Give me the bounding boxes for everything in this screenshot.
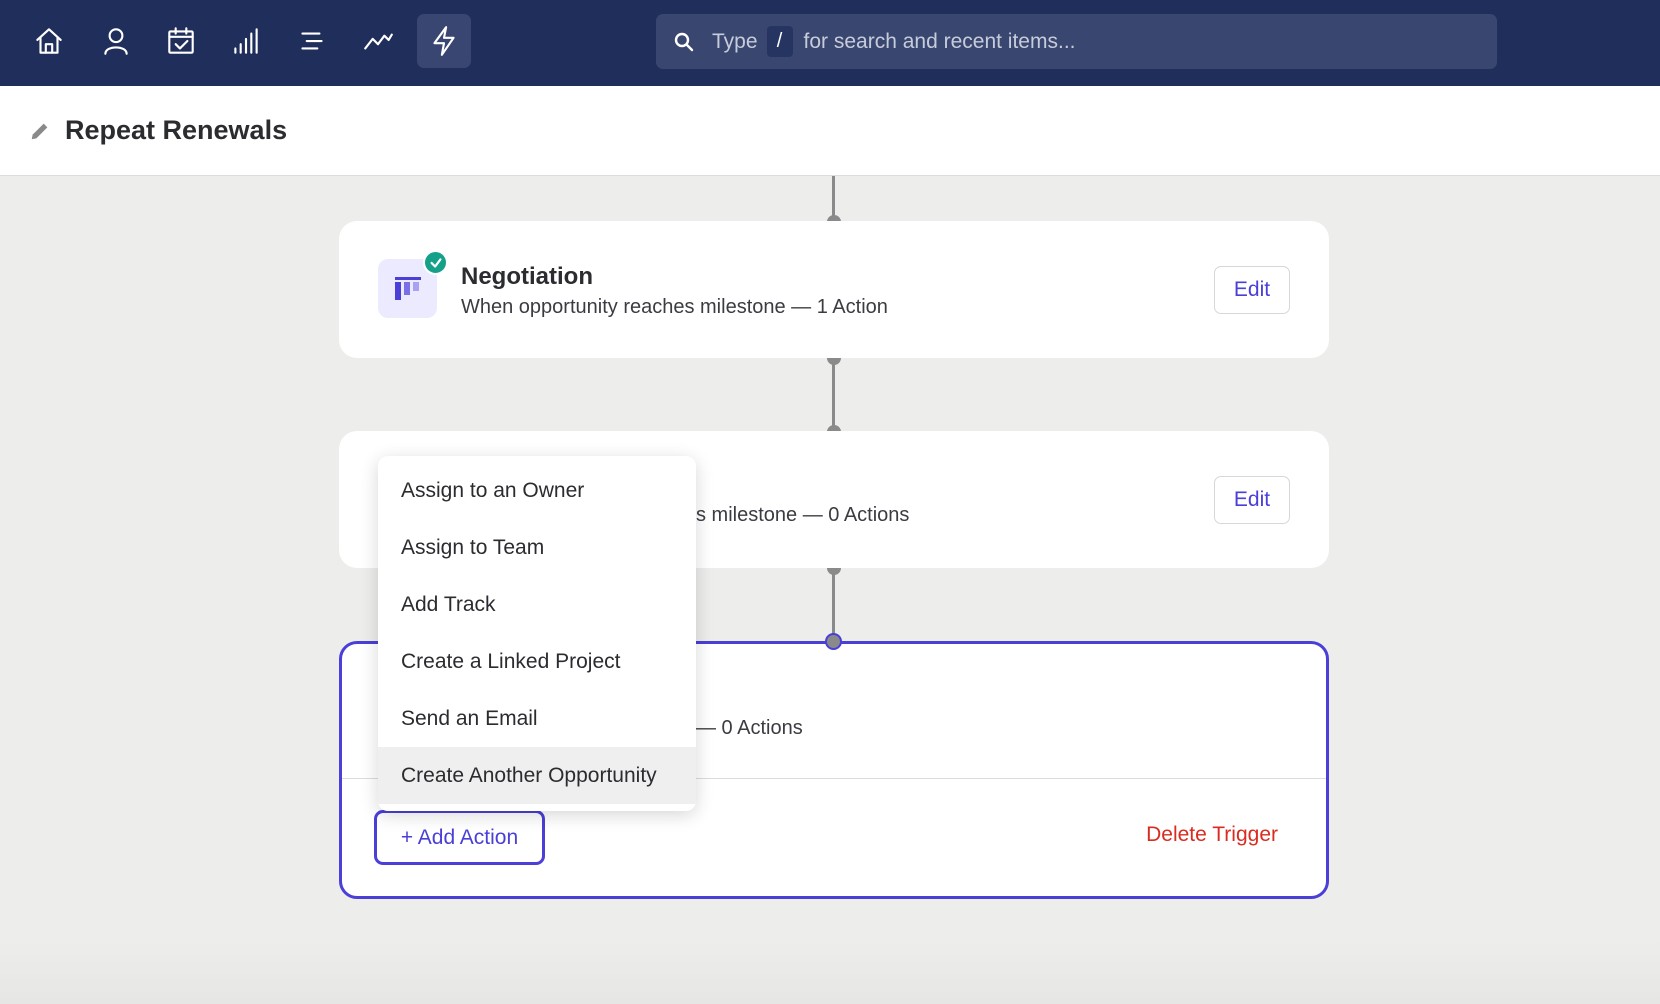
calendar-check-icon[interactable]: [154, 14, 208, 68]
home-icon[interactable]: [22, 14, 76, 68]
search-icon: [674, 32, 694, 51]
trigger-subtitle: When opportunity reaches milestone — 1 A…: [461, 296, 888, 318]
bar-chart-icon[interactable]: [219, 14, 273, 68]
connector-dot-active: [825, 633, 842, 650]
lightning-icon[interactable]: [417, 14, 471, 68]
menu-item-send-email[interactable]: Send an Email: [378, 690, 696, 747]
add-action-menu: Assign to an Owner Assign to Team Add Tr…: [378, 456, 696, 811]
menu-item-create-opportunity[interactable]: Create Another Opportunity: [378, 747, 696, 804]
search-placeholder: for search and recent items...: [803, 29, 1076, 53]
connector-line: [832, 358, 835, 432]
list-icon[interactable]: [285, 14, 339, 68]
menu-item-add-track[interactable]: Add Track: [378, 576, 696, 633]
pencil-icon[interactable]: [29, 120, 51, 142]
menu-item-create-linked-project[interactable]: Create a Linked Project: [378, 633, 696, 690]
connector-line: [832, 568, 835, 642]
trend-line-icon[interactable]: [351, 14, 405, 68]
page-header: Repeat Renewals: [0, 86, 1660, 176]
search-input[interactable]: Type / for search and recent items...: [656, 14, 1497, 69]
delete-trigger-button[interactable]: Delete Trigger: [1146, 823, 1278, 847]
trigger-subtitle: s milestone — 0 Actions: [696, 504, 910, 526]
edit-button[interactable]: Edit: [1214, 476, 1290, 524]
page-title[interactable]: Repeat Renewals: [65, 115, 287, 146]
trigger-title: Negotiation: [461, 263, 593, 290]
person-icon[interactable]: [89, 14, 143, 68]
edit-button[interactable]: Edit: [1214, 266, 1290, 314]
add-action-button[interactable]: + Add Action: [374, 810, 545, 865]
check-icon: [423, 250, 448, 275]
trigger-subtitle: — 0 Actions: [696, 717, 803, 739]
search-prefix: Type: [712, 29, 758, 53]
menu-item-assign-owner[interactable]: Assign to an Owner: [378, 462, 696, 519]
search-shortcut-key: /: [766, 26, 793, 57]
top-nav: Type / for search and recent items...: [0, 0, 1660, 86]
trigger-card-negotiation[interactable]: Negotiation When opportunity reaches mil…: [339, 221, 1329, 358]
menu-item-assign-team[interactable]: Assign to Team: [378, 519, 696, 576]
bottom-shadow: [0, 940, 1660, 1004]
